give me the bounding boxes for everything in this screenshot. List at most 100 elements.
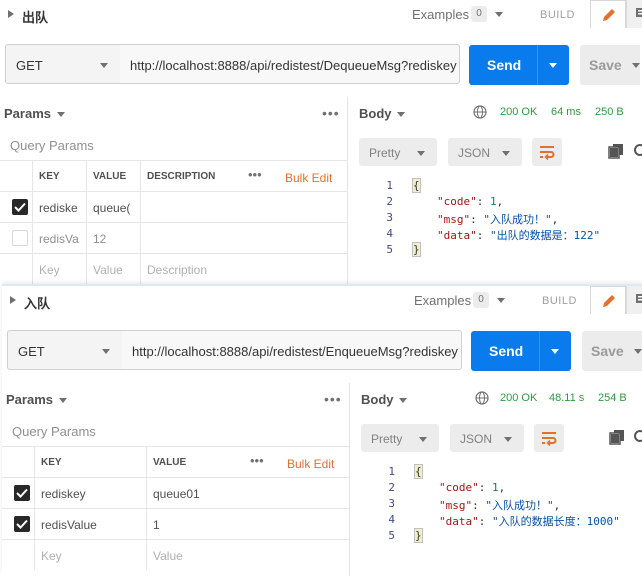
request-title-bar: 出队 Examples 0 BUILD bbox=[0, 0, 642, 30]
request-panel-dequeue: 出队 Examples 0 BUILD GET http://localhost… bbox=[0, 0, 642, 292]
format-select[interactable]: Pretty bbox=[359, 138, 437, 166]
param-key-cell[interactable]: redisValue bbox=[34, 509, 146, 539]
new-value-cell[interactable]: Value bbox=[86, 254, 140, 284]
language-select[interactable]: JSON bbox=[448, 138, 522, 166]
param-value-cell[interactable]: 12 bbox=[86, 223, 140, 253]
params-dropdown-icon[interactable] bbox=[57, 112, 65, 117]
param-description-cell[interactable] bbox=[140, 223, 348, 253]
header-key: KEY bbox=[34, 447, 146, 477]
json-code-entry: "code": 1, bbox=[439, 481, 506, 494]
json-open-brace: { bbox=[414, 464, 423, 479]
examples-button[interactable]: Examples bbox=[414, 293, 471, 308]
json-close-brace: } bbox=[412, 242, 421, 257]
format-select[interactable]: Pretty bbox=[361, 424, 439, 452]
examples-count-badge: 0 bbox=[471, 6, 487, 22]
response-size[interactable]: 254 B bbox=[598, 392, 627, 404]
build-mode-label[interactable]: BUILD bbox=[540, 9, 575, 21]
comments-button[interactable] bbox=[626, 0, 642, 28]
status-code[interactable]: 200 OK bbox=[500, 106, 537, 118]
param-key-cell[interactable]: rediske bbox=[32, 192, 86, 222]
params-tab[interactable]: Params bbox=[4, 106, 51, 121]
new-key-cell[interactable]: Key bbox=[34, 540, 146, 570]
new-key-cell[interactable]: Key bbox=[32, 254, 86, 284]
new-value-placeholder: Value bbox=[153, 549, 183, 563]
param-value-cell[interactable]: queue01 bbox=[146, 478, 350, 508]
send-button[interactable]: Send bbox=[469, 45, 569, 85]
param-key-cell[interactable]: rediskey bbox=[34, 478, 146, 508]
method-dropdown-icon bbox=[100, 63, 108, 68]
param-checkbox[interactable] bbox=[12, 230, 28, 246]
header-description-label: DESCRIPTION bbox=[147, 171, 216, 182]
edit-button[interactable] bbox=[590, 286, 626, 314]
copy-icon[interactable] bbox=[608, 143, 624, 159]
status-code[interactable]: 200 OK bbox=[500, 392, 537, 404]
param-value-cell[interactable]: 1 bbox=[146, 509, 350, 539]
request-name[interactable]: 出队 bbox=[22, 7, 48, 26]
globe-icon[interactable] bbox=[473, 105, 487, 119]
checkmark-icon bbox=[16, 488, 28, 498]
param-value: queue01 bbox=[153, 487, 200, 501]
params-tab[interactable]: Params bbox=[6, 392, 53, 407]
header-value: VALUE bbox=[86, 161, 140, 191]
response-time[interactable]: 64 ms bbox=[551, 106, 581, 118]
format-dropdown-icon bbox=[417, 151, 425, 156]
new-value-cell[interactable]: Value bbox=[146, 540, 350, 570]
language-select[interactable]: JSON bbox=[450, 424, 524, 452]
params-header-row: KEY VALUE DESCRIPTION ••• Bulk Edit bbox=[0, 160, 348, 191]
save-button[interactable]: Save bbox=[580, 45, 640, 85]
save-dropdown-icon[interactable] bbox=[632, 63, 640, 68]
bulk-edit-link[interactable]: Bulk Edit bbox=[287, 457, 334, 471]
method-select[interactable]: GET bbox=[5, 44, 121, 84]
response-time[interactable]: 48.11 s bbox=[549, 392, 584, 404]
copy-icon[interactable] bbox=[609, 429, 625, 445]
response-pane: Body 200 OK 48.11 s 254 B Pretty JSON 1 … bbox=[351, 383, 642, 576]
build-mode-label[interactable]: BUILD bbox=[542, 295, 577, 307]
new-key-placeholder: Key bbox=[41, 549, 62, 563]
param-description-cell[interactable] bbox=[140, 192, 348, 222]
body-dropdown-icon[interactable] bbox=[397, 112, 405, 117]
body-tab[interactable]: Body bbox=[361, 392, 394, 407]
new-description-cell[interactable]: Description bbox=[140, 254, 348, 284]
param-checkbox[interactable] bbox=[12, 199, 28, 215]
json-number: 1 bbox=[492, 481, 499, 494]
comments-button[interactable] bbox=[626, 286, 642, 314]
search-icon[interactable] bbox=[633, 143, 642, 159]
params-dropdown-icon[interactable] bbox=[59, 398, 67, 403]
body-tab[interactable]: Body bbox=[359, 106, 392, 121]
body-dropdown-icon[interactable] bbox=[399, 398, 407, 403]
response-pane: Body 200 OK 64 ms 250 B Pretty JSON 1 { … bbox=[349, 97, 642, 292]
url-input[interactable]: http://localhost:8888/api/redistest/Enqu… bbox=[122, 330, 462, 370]
edit-button[interactable] bbox=[590, 0, 626, 28]
column-options-icon[interactable]: ••• bbox=[248, 167, 262, 182]
collapse-caret-icon[interactable] bbox=[8, 10, 14, 18]
examples-button[interactable]: Examples bbox=[412, 7, 469, 22]
save-dropdown-icon[interactable] bbox=[634, 349, 642, 354]
send-dropdown-icon[interactable] bbox=[549, 63, 557, 68]
examples-dropdown-icon[interactable] bbox=[497, 298, 505, 303]
send-button[interactable]: Send bbox=[471, 331, 571, 371]
examples-dropdown-icon[interactable] bbox=[495, 12, 503, 17]
response-size[interactable]: 250 B bbox=[595, 106, 624, 118]
save-button[interactable]: Save bbox=[582, 331, 642, 371]
collapse-caret-icon[interactable] bbox=[10, 296, 16, 304]
param-checkbox[interactable] bbox=[14, 516, 30, 532]
send-dropdown-icon[interactable] bbox=[551, 349, 559, 354]
wrap-lines-button[interactable] bbox=[532, 138, 562, 166]
request-name[interactable]: 入队 bbox=[24, 293, 50, 312]
param-value-cell[interactable]: queue( bbox=[86, 192, 140, 222]
column-options-icon[interactable]: ••• bbox=[250, 453, 264, 468]
json-close-brace: } bbox=[414, 528, 423, 543]
json-msg-entry: "msg": "入队成功！", bbox=[437, 213, 559, 226]
more-options-icon[interactable]: ••• bbox=[324, 391, 342, 407]
globe-icon[interactable] bbox=[475, 391, 489, 405]
send-divider bbox=[537, 45, 538, 85]
bulk-edit-link[interactable]: Bulk Edit bbox=[285, 171, 332, 185]
more-options-icon[interactable]: ••• bbox=[322, 105, 340, 121]
url-input[interactable]: http://localhost:8888/api/redistest/Dequ… bbox=[120, 44, 460, 84]
wrap-lines-button[interactable] bbox=[534, 424, 564, 452]
search-icon[interactable] bbox=[633, 429, 642, 445]
param-key-cell[interactable]: redisVa bbox=[32, 223, 86, 253]
method-select[interactable]: GET bbox=[7, 330, 123, 370]
param-checkbox[interactable] bbox=[14, 485, 30, 501]
query-params-label: Query Params bbox=[10, 138, 94, 153]
